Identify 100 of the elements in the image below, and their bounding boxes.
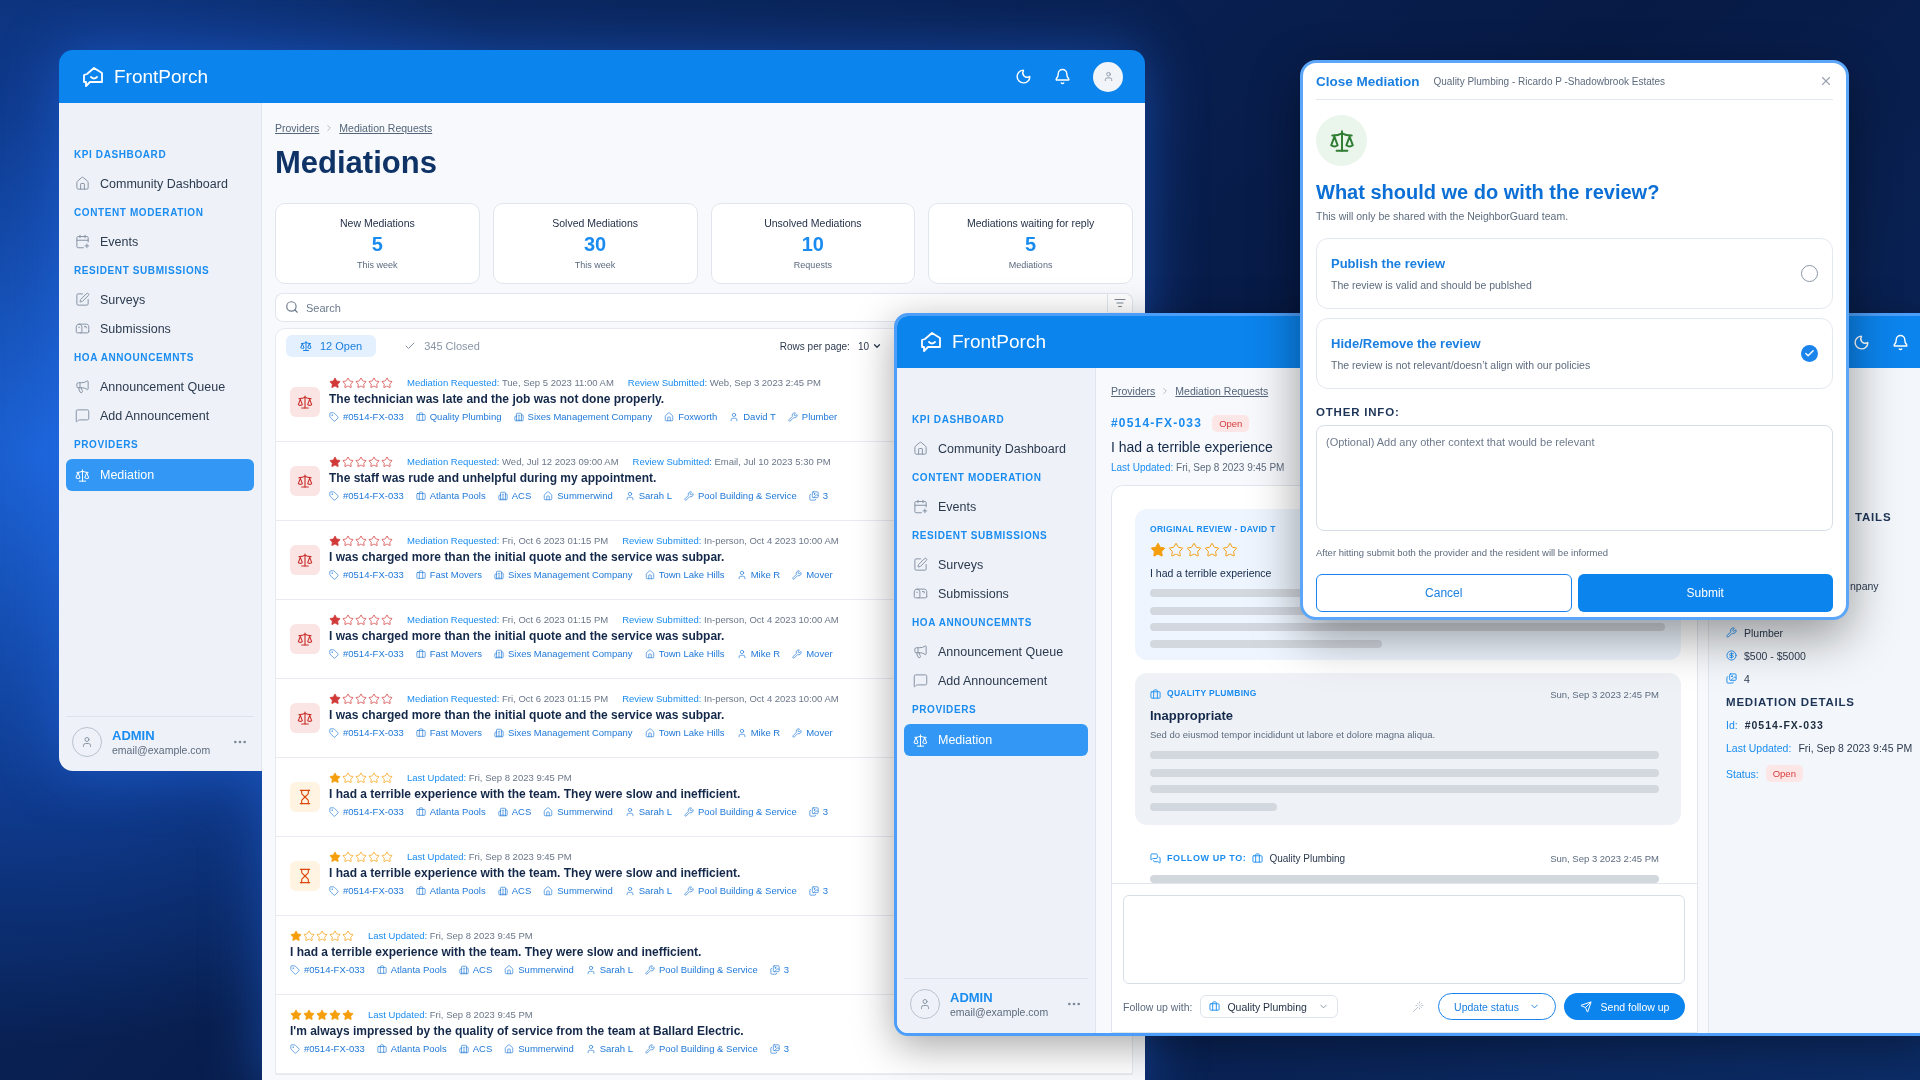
response-title: Inappropriate [1150, 708, 1235, 723]
page-title: Mediations [275, 144, 438, 182]
choice-description: The review is not relevant/doesn’t align with our policies [1331, 359, 1592, 371]
dialog-description: This will only be shared with the NeighborGuard team. [1316, 209, 1570, 223]
sidebar-item[interactable]: Community Dashboard [904, 434, 1088, 463]
meta-tag: Sarah L [585, 963, 633, 976]
date-field: Last Updated: Fri, Sep 8 2023 9:45 PM [368, 1009, 533, 1020]
meta-tag: Mike R [736, 726, 781, 739]
send-button[interactable]: Send follow up [1564, 993, 1685, 1020]
review-title: I was charged more than the initial quote and the service was subpar. [329, 628, 726, 645]
meta-tag: Atlanta Pools [415, 884, 486, 897]
meta-tag: Summerwind [504, 1042, 574, 1055]
follow-up-provider: Quality Plumbing [1269, 852, 1346, 864]
section-label: KPI DASHBOARD [911, 413, 1006, 427]
status-label: Status: [1726, 767, 1759, 780]
breadcrumb-link[interactable]: Providers [1111, 385, 1156, 397]
meta-tag: ACS [497, 489, 532, 502]
meta-tag: #0514-FX-033 [290, 1042, 365, 1055]
sidebar-item[interactable]: Community Dashboard [66, 169, 254, 198]
review-title: I was charged more than the initial quote and the service was subpar. [329, 707, 726, 724]
meta-tag: Fast Movers [415, 647, 482, 660]
sidebar-item[interactable]: Announcement Queue [904, 637, 1088, 666]
meta-tag: #0514-FX-033 [329, 410, 404, 423]
follow-up-with-label: Follow up with: [1123, 1000, 1193, 1013]
provider-select[interactable]: Quality Plumbing [1200, 995, 1339, 1018]
sidebar-item[interactable]: Events [66, 227, 254, 256]
meta-tag: 3 [808, 884, 829, 897]
date-field: Review Submitted: Email, Jul 10 2023 5:30 PM [632, 456, 831, 467]
section-label: CONTENT MODERATION [73, 206, 205, 220]
review-title: I was charged more than the initial quote and the service was subpar. [329, 549, 726, 566]
review-title: I had a terrible experience [1150, 566, 1273, 580]
sidebar-item[interactable]: Surveys [904, 550, 1088, 579]
response-text: Sed do eiusmod tempor incididunt ut labore et dolore magna aliqua. [1150, 729, 1437, 740]
user-name: ADMIN [112, 728, 156, 743]
meta-tag: #0514-FX-033 [329, 726, 404, 739]
choice-card[interactable]: Publish the review The review is valid and should be publshed [1316, 238, 1833, 309]
detail-id: Id: #0514-FX-033 [1726, 717, 1825, 733]
submit-button[interactable]: Submit [1577, 574, 1833, 612]
meta-tag: Summerwind [543, 489, 613, 502]
review-title: I had a terrible experience with the team. They were slow and inefficient. [329, 786, 742, 803]
meta-tag: Pool Building & Service [684, 489, 797, 502]
choice-card[interactable]: Hide/Remove the review The review is not relevant/doesn’t align with our policies [1316, 318, 1833, 389]
stat-label: Unsolved Mediations [764, 217, 862, 229]
meta-tag: David T [729, 410, 776, 423]
meta-tag: Town Lake Hills [644, 726, 725, 739]
section-label: PROVIDERS [911, 703, 978, 717]
section-label: HOA ANNOUNCEMNTS [911, 616, 1033, 630]
field-label: OTHER INFO: [1316, 405, 1401, 419]
meta-tag: Mike R [736, 568, 781, 581]
section-label: RESIDENT SUBMISSIONS [73, 264, 211, 278]
review-title: I had a terrible experience with the team. They were slow and inefficient. [329, 865, 742, 882]
breadcrumb-link[interactable]: Mediation Requests [1175, 385, 1269, 397]
meta-tag: 3 [808, 489, 829, 502]
sidebar-item[interactable]: Surveys [66, 285, 254, 314]
date-field: Last Updated: Fri, Sep 8 2023 9:45 PM [407, 772, 572, 783]
search-field[interactable]: Search [275, 293, 1107, 322]
sidebar-item[interactable]: Add Announcement [66, 401, 254, 430]
section-label: KPI DASHBOARD [73, 148, 168, 162]
status-badge: Open [1212, 414, 1250, 432]
meta-tag: ACS [497, 805, 532, 818]
meta-tag: Summerwind [543, 884, 613, 897]
cancel-button[interactable]: Cancel [1316, 574, 1572, 612]
section-label: PROVIDERS [73, 438, 140, 452]
meta-tag: #0514-FX-033 [329, 568, 404, 581]
detail-item: $500 - $5000 [1726, 644, 1920, 667]
response-date: Sun, Sep 3 2023 2:45 PM [1550, 688, 1659, 700]
meta-tag: Pool Building & Service [645, 963, 758, 976]
breadcrumb-link[interactable]: Providers [275, 122, 320, 134]
meta-tag: Mike R [736, 647, 781, 660]
meta-tag: Atlanta Pools [415, 805, 486, 818]
detail-item: Plumber [1726, 621, 1920, 644]
update-status-button[interactable]: Update status [1438, 993, 1556, 1020]
meta-tag: Town Lake Hills [644, 647, 725, 660]
meta-tag: Fast Movers [415, 568, 482, 581]
detail-updated: Last Updated: Fri, Sep 8 2023 9:45 PM [1726, 740, 1914, 756]
filter-tab[interactable]: 12 Open [286, 335, 377, 357]
sidebar-item[interactable]: Announcement Queue [66, 372, 254, 401]
other-info-field[interactable]: (Optional) Add any other context that would be relevant [1316, 425, 1833, 531]
stat-caption: Requests [793, 260, 832, 270]
user-email: email@example.com [112, 744, 212, 756]
sidebar-item[interactable]: Submissions [904, 579, 1088, 608]
breadcrumb-link[interactable]: Mediation Requests [339, 122, 433, 134]
sidebar-item[interactable]: Add Announcement [904, 666, 1088, 695]
meta-tag: Quality Plumbing [415, 410, 502, 423]
date-field: Review Submitted: In-person, Oct 4 2023 10:00 AM [622, 693, 839, 704]
dialog-heading: What should we do with the review? [1316, 180, 1661, 205]
meta-tag: Sarah L [624, 884, 672, 897]
meta-tag: 3 [808, 805, 829, 818]
provider-label: QUALITY PLUMBING [1167, 688, 1257, 700]
mediation-title: I had a terrible experience [1111, 438, 1273, 456]
section-heading: TAILS [1855, 509, 1893, 525]
sidebar-item[interactable]: Submissions [66, 314, 254, 343]
rows-per-page-select[interactable]: 10 [857, 340, 882, 352]
sidebar-item[interactable]: Events [904, 492, 1088, 521]
meta-tag: Sixes Management Company [494, 647, 633, 660]
meta-tag: 3 [769, 1042, 790, 1055]
stat-value: 5 [1025, 233, 1037, 256]
brand-name: FrontPorch [114, 65, 208, 88]
follow-up-date: Sun, Sep 3 2023 2:45 PM [1550, 852, 1659, 864]
section-label: RESIDENT SUBMISSIONS [911, 529, 1049, 543]
